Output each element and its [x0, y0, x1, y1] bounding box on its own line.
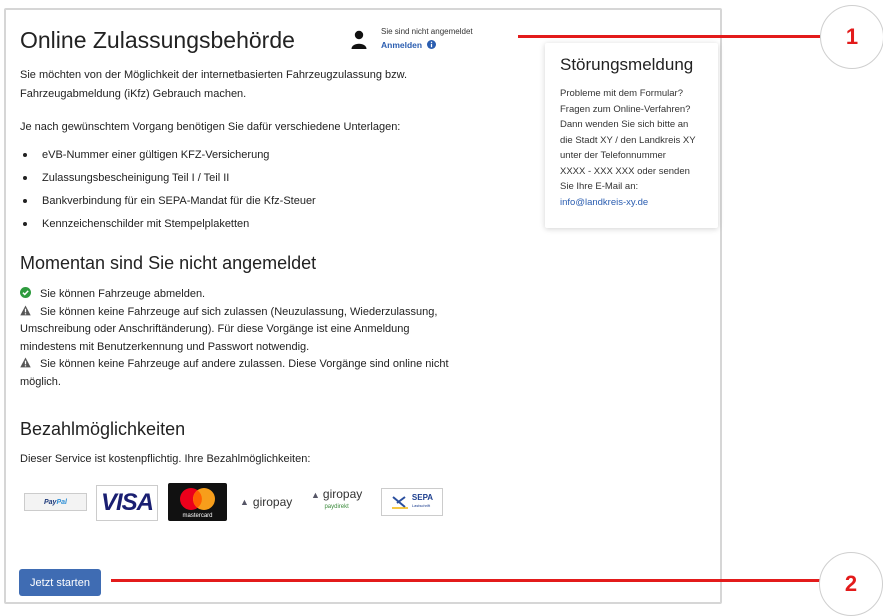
start-button[interactable]: Jetzt starten [19, 569, 101, 596]
fault-report-box: Störungsmeldung Probleme mit dem Formula… [545, 43, 718, 228]
login-link[interactable]: Anmelden [381, 40, 422, 50]
paypal-word-pay: Pay [44, 498, 57, 506]
mastercard-label: mastercard [182, 513, 212, 519]
paypal-logo: Pay Pal [24, 493, 87, 511]
sidebar-line: Sie Ihre E-Mail an: [560, 181, 639, 192]
documents-intro: Je nach gewünschtem Vorgang benötigen Si… [20, 121, 401, 133]
warning-text-2a: Sie können keine Fahrzeuge auf andere zu… [40, 358, 449, 370]
documents-list: eVB-Nummer einer gültigen KFZ-Versicheru… [20, 145, 316, 237]
giropay-paydirekt-label: giropay [322, 486, 363, 501]
sepa-mark-icon [391, 496, 408, 509]
giropay-mark-icon: ▲ [240, 497, 249, 507]
warning-text-1c: mindestens mit Benutzerkennung und Passw… [20, 340, 310, 353]
giropay-mark-icon: ▲ [311, 489, 320, 500]
payment-heading: Bezahlmöglichkeiten [20, 419, 186, 439]
annotation-line-1 [518, 35, 820, 38]
paypal-word-pal: Pal [56, 498, 67, 506]
giropay-logo: ▲ giropay [240, 493, 292, 511]
list-item: Zulassungsbescheinigung Teil I / Teil II [20, 168, 316, 191]
intro-line-2: Fahrzeugabmeldung (iKfz) Gebrauch machen… [20, 88, 247, 100]
payment-text: Dieser Service ist kostenpflichtig. Ihre… [20, 453, 311, 465]
warning-text-2b: möglich. [20, 375, 61, 388]
sidebar-text: Probleme mit dem Formular? Fragen zum On… [560, 86, 710, 210]
sidebar-line: die Stadt XY / den Landkreis XY [560, 134, 696, 146]
sidebar-line: XXXX - XXX XXX oder senden [560, 165, 690, 177]
status-notices: Sie können Fahrzeuge abmelden. Sie könne… [20, 286, 490, 391]
intro-paragraph: Sie möchten von der Möglichkeit der inte… [20, 66, 407, 104]
sepa-sub-label: Lastschrift [411, 503, 431, 508]
warning-icon [20, 357, 31, 368]
annotation-marker-2: 2 [819, 552, 883, 616]
giropay-paydirekt-logo: ▲ giropay paydirekt [311, 487, 362, 513]
warning-notice-1: Sie können keine Fahrzeuge auf sich zula… [20, 304, 490, 357]
user-icon [351, 30, 367, 49]
sepa-logo: SEPA Lastschrift [381, 488, 443, 516]
warning-text-1b: Umschreibung oder Anschriftänderung). Fü… [20, 323, 410, 335]
warning-icon [20, 304, 31, 315]
sepa-label: SEPA [411, 493, 434, 502]
sidebar-line: unter der Telefonnummer [560, 150, 666, 161]
visa-logo: VISA [96, 485, 158, 521]
warning-text-1a: Sie können keine Fahrzeuge auf sich zula… [40, 305, 438, 318]
ok-notice-text: Sie können Fahrzeuge abmelden. [40, 288, 206, 300]
list-item: eVB-Nummer einer gültigen KFZ-Versicheru… [20, 145, 316, 168]
login-status-text: Sie sind nicht angemeldet [381, 27, 473, 36]
ok-notice: Sie können Fahrzeuge abmelden. [20, 286, 490, 304]
annotation-marker-1: 1 [820, 5, 883, 69]
intro-line-1: Sie möchten von der Möglichkeit der inte… [20, 69, 408, 81]
mastercard-logo: mastercard [168, 483, 227, 521]
list-item: Bankverbindung für ein SEPA-Mandat für d… [20, 191, 316, 214]
paydirekt-label: paydirekt [324, 503, 349, 510]
annotation-line-2 [111, 579, 823, 582]
check-circle-icon [20, 287, 31, 298]
list-item: Kennzeichenschilder mit Stempelplaketten [20, 214, 316, 237]
sidebar-line: Fragen zum Online-Verfahren? [560, 103, 691, 115]
info-icon[interactable] [427, 40, 436, 49]
giropay-label: giropay [252, 495, 293, 509]
support-email-link[interactable]: info@landkreis-xy.de [560, 197, 648, 208]
sidebar-title: Störungsmeldung [560, 55, 694, 74]
page-title: Online Zulassungsbehörde [20, 27, 295, 53]
sidebar-line: Dann wenden Sie sich bitte an [560, 119, 689, 130]
warning-notice-2: Sie können keine Fahrzeuge auf andere zu… [20, 356, 490, 391]
mastercard-circles-icon: mastercard [180, 488, 215, 519]
sidebar-line: Probleme mit dem Formular? [560, 88, 684, 99]
status-heading: Momentan sind Sie nicht angemeldet [20, 253, 317, 273]
